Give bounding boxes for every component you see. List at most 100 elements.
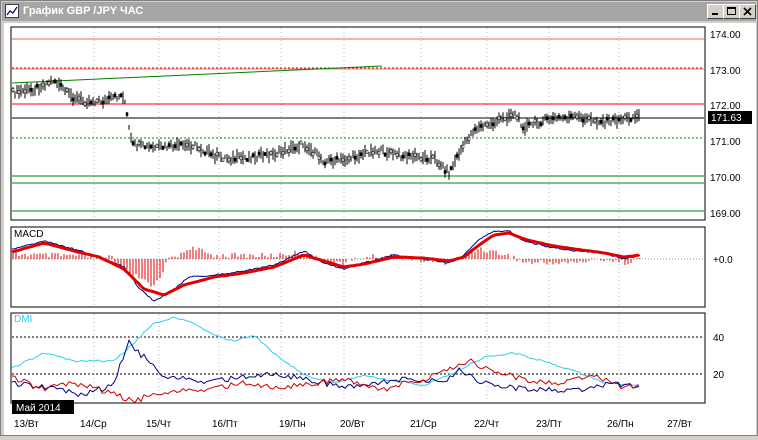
price-candle-body [281,151,285,155]
price-candle-body [551,116,555,120]
price-candle-body [221,157,225,162]
price-candle-body [101,101,105,105]
price-candle-body [257,151,261,156]
price-candle-body [305,147,309,151]
chart-window: График GBP /JPY ЧАС 174.00 173.00 172.00… [0,0,758,436]
maximize-button[interactable] [723,4,740,19]
price-candle-body [143,145,147,150]
price-candle-body [173,144,177,148]
price-candle-body [383,152,387,157]
price-candle-body [119,93,123,98]
price-candle-body [59,83,63,87]
price-candle-body [353,155,357,160]
price-candle-body [389,149,393,153]
price-candle-body [185,142,189,147]
chart-area[interactable]: 174.00 173.00 172.00 171.00 170.00 169.0… [4,23,756,435]
dmi-level-label: 40 [713,333,725,344]
price-candle-body [569,114,573,118]
price-candle-body [473,127,477,131]
date-label: 21/Ср [410,419,437,430]
date-label: 16/Пт [212,419,238,430]
date-label: 20/Вт [340,419,365,430]
price-candle-body [191,145,195,149]
price-candle-body [509,113,513,117]
price-candle-body [293,146,297,151]
price-candle-body [407,152,411,157]
minimize-button[interactable] [707,4,724,19]
price-candle-body [347,156,351,161]
price-candle-body [437,163,441,167]
price-candle-body [77,96,81,101]
date-label: 15/Чт [146,419,172,430]
price-candle-body [455,153,459,158]
price-candle-body [593,118,597,123]
price-candle-body [269,151,273,155]
price-candle-body [233,157,237,162]
price-candle-body [215,152,219,156]
price-candle-body [617,117,621,121]
date-label: 27/Вт [667,419,692,430]
close-icon [743,7,752,16]
price-candle-body [23,89,27,94]
price-candle-body [179,141,183,146]
dmi-panel [10,312,706,404]
price-candle-body [503,117,507,121]
chart-app-icon [5,4,19,18]
price-candle-body [71,97,75,102]
price-candle-body [29,88,33,92]
price-candle-body [53,79,57,84]
price-candle-body [203,151,207,156]
price-candle-body [245,158,249,162]
price-candle-body [329,157,333,162]
date-label: 26/Пн [607,419,634,430]
price-candle-body [35,83,39,88]
price-candle-body [17,90,21,94]
price-label: 174.00 [710,30,741,41]
price-candle-body [515,116,519,120]
price-candle-body [227,157,231,162]
maximize-icon [727,7,736,15]
minimize-icon [712,13,718,15]
price-candle-body [563,115,567,120]
price-chart[interactable]: 174.00 173.00 172.00 171.00 170.00 169.0… [4,23,756,435]
price-candle-body [425,158,429,162]
date-label: 13/Вт [14,419,39,430]
price-candle-body [461,144,465,149]
current-price-value: 171.63 [711,113,742,124]
close-button[interactable] [739,4,756,19]
period-label: Май 2014 [16,403,61,414]
price-candle-body [251,153,255,157]
price-candle-body [95,98,99,103]
price-candle-body [11,88,15,92]
price-axis: 174.00 173.00 172.00 171.00 170.00 169.0… [710,30,741,220]
price-candle-body [377,151,381,155]
price-candle-body [161,146,165,150]
window-title: График GBP /JPY ЧАС [23,5,144,17]
price-candle-body [575,114,579,119]
macd-panel [10,226,706,308]
price-candle-body [401,154,405,159]
date-label: 19/Пн [279,419,306,430]
macd-label: MACD [14,229,43,240]
price-candle-body [371,151,375,155]
price-candle-body [359,152,363,157]
price-candle-body [197,147,201,151]
price-candle-body [263,152,267,156]
price-candle-body [431,154,435,159]
price-candle-body [605,116,609,121]
title-bar[interactable]: График GBP /JPY ЧАС [2,2,756,21]
dmi-label: DMI [14,314,32,325]
price-candle-body [83,102,87,106]
price-candle-body [239,156,243,160]
macd-zero-label: +0.0 [713,255,733,266]
price-candle-body [599,120,603,124]
dmi-level-label: 20 [713,370,725,381]
price-candle-body [47,81,51,85]
price-candle-body [335,156,339,160]
price-label: 171.00 [710,137,741,148]
price-label: 172.00 [710,101,741,112]
price-candle-body [443,170,447,174]
price-candle-body [557,115,561,119]
price-candle-body [131,141,135,145]
date-label: 14/Ср [80,419,107,430]
